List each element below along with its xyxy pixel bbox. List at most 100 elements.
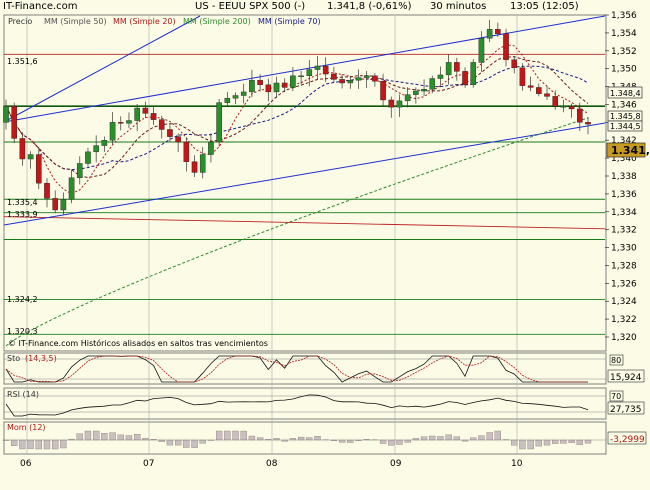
momentum-bar-46 xyxy=(379,439,387,444)
candle-body-62 xyxy=(511,59,518,68)
rsi-level-label: 70 xyxy=(611,392,621,401)
momentum-bar-53 xyxy=(437,436,444,441)
footer-note: © IT-Finance.com Históricos alisados en … xyxy=(8,338,268,348)
stoch-level-label: 80 xyxy=(611,356,621,365)
momentum-bar-10 xyxy=(84,430,92,441)
candle-body-15 xyxy=(126,120,132,124)
x-tick-label-2: 08 xyxy=(266,459,278,469)
momentum-bar-4 xyxy=(35,439,42,450)
price-tick-label-0: 1,356 xyxy=(611,11,637,21)
momentum-bar-26 xyxy=(215,430,223,441)
rsi-label: RSI (14) xyxy=(7,390,39,399)
level-label-1324-2: 1.324,2 xyxy=(7,295,38,304)
momentum-bar-30 xyxy=(248,435,256,441)
price-tick-label-9: 1,338 xyxy=(611,172,637,182)
candle-body-42 xyxy=(347,80,354,84)
candle-body-24 xyxy=(199,154,206,173)
candle-body-50 xyxy=(413,90,419,95)
price-tick-label-13: 1,330 xyxy=(611,244,637,254)
momentum-bar-68 xyxy=(560,439,567,444)
momentum-bar-28 xyxy=(232,430,239,441)
candle-body-69 xyxy=(568,106,575,110)
momentum-bar-12 xyxy=(101,433,108,441)
momentum-bar-49 xyxy=(404,439,411,443)
price-axis: 1,3561,3541,3521,3501,3481,3461,3441,342… xyxy=(605,11,637,343)
momentum-bar-60 xyxy=(494,430,501,441)
momentum-bar-20 xyxy=(166,439,174,446)
candle-body-6 xyxy=(52,198,58,211)
time-axis: 06 07 08 09 10 xyxy=(20,459,523,469)
candle-body-40 xyxy=(331,73,337,80)
momentum-bar-58 xyxy=(478,435,485,441)
candle-body-28 xyxy=(232,95,239,99)
candle-body-61 xyxy=(503,33,509,60)
momentum-bar-70 xyxy=(576,439,583,445)
momentum-bar-62 xyxy=(511,439,518,446)
price-label-ma70: 1.348,4 xyxy=(610,89,641,98)
price-tick-label-16: 1,324 xyxy=(611,297,637,307)
candle-body-70 xyxy=(577,108,583,123)
mom-label: Mom (12) xyxy=(7,423,46,432)
stoch-params: (14,3,5) xyxy=(25,354,57,363)
candle-body-7 xyxy=(60,199,67,211)
stoch-label: Sto xyxy=(7,354,20,363)
candle-body-54 xyxy=(445,62,452,76)
candle-body-1 xyxy=(11,106,17,139)
price-tick-label-15: 1,326 xyxy=(611,279,637,289)
momentum-bar-71 xyxy=(584,439,592,444)
candle-body-33 xyxy=(273,82,280,93)
rsi-panel xyxy=(3,387,607,420)
candle-body-65 xyxy=(536,87,542,94)
candle-body-53 xyxy=(437,74,444,79)
momentum-bar-47 xyxy=(388,439,395,446)
candle-body-68 xyxy=(560,106,567,108)
momentum-bar-41 xyxy=(338,439,346,443)
price-tick-label-3: 1,350 xyxy=(611,65,637,75)
momentum-bar-54 xyxy=(445,434,452,441)
momentum-bar-59 xyxy=(486,432,493,441)
legend-ma70: MM (Simple 70) xyxy=(258,17,321,26)
candle-body-63 xyxy=(519,67,526,86)
momentum-bar-37 xyxy=(306,437,313,441)
momentum-bar-48 xyxy=(396,439,403,445)
candle-body-21 xyxy=(175,136,181,143)
candle-body-36 xyxy=(298,75,304,78)
momentum-bar-63 xyxy=(519,439,526,450)
momentum-bar-57 xyxy=(470,437,477,441)
price-tick-label-10: 1,336 xyxy=(611,190,637,200)
candle-body-56 xyxy=(462,71,468,85)
stoch-value: 15,924 xyxy=(610,373,642,383)
momentum-bar-13 xyxy=(109,432,116,441)
last-price-label: 1.341,8 xyxy=(611,144,650,157)
candle-body-23 xyxy=(191,161,198,173)
momentum-bar-64 xyxy=(527,439,534,450)
candle-body-2 xyxy=(19,138,26,160)
candle-body-22 xyxy=(183,141,190,162)
candle-body-45 xyxy=(372,75,378,82)
momentum-bar-23 xyxy=(191,439,198,448)
candle-body-0 xyxy=(3,106,9,123)
candle-body-26 xyxy=(216,102,222,143)
candle-body-14 xyxy=(117,122,124,124)
momentum-bar-52 xyxy=(429,435,436,441)
price-tick-label-17: 1,322 xyxy=(611,315,637,325)
candle-body-8 xyxy=(68,177,75,200)
candle-body-47 xyxy=(388,99,395,108)
candle-body-25 xyxy=(208,141,214,155)
candle-body-30 xyxy=(249,80,255,93)
candle-body-51 xyxy=(421,89,427,92)
price-tick-label-2: 1,352 xyxy=(611,47,637,57)
candle-body-60 xyxy=(495,29,501,34)
candle-body-17 xyxy=(142,107,149,114)
x-tick-label-3: 09 xyxy=(390,459,402,469)
candle-body-10 xyxy=(85,151,91,164)
candle-body-35 xyxy=(290,75,296,88)
level-label-1351-6: 1.351,6 xyxy=(7,57,38,66)
price-tick-label-18: 1,320 xyxy=(611,333,637,343)
candle-body-32 xyxy=(265,84,272,93)
momentum-bar-3 xyxy=(27,439,34,449)
candle-body-12 xyxy=(101,140,108,146)
level-label-1320-3: 1.320,3 xyxy=(7,327,38,336)
candle-body-55 xyxy=(454,62,460,72)
price-tick-label-5: 1,346 xyxy=(611,100,637,110)
